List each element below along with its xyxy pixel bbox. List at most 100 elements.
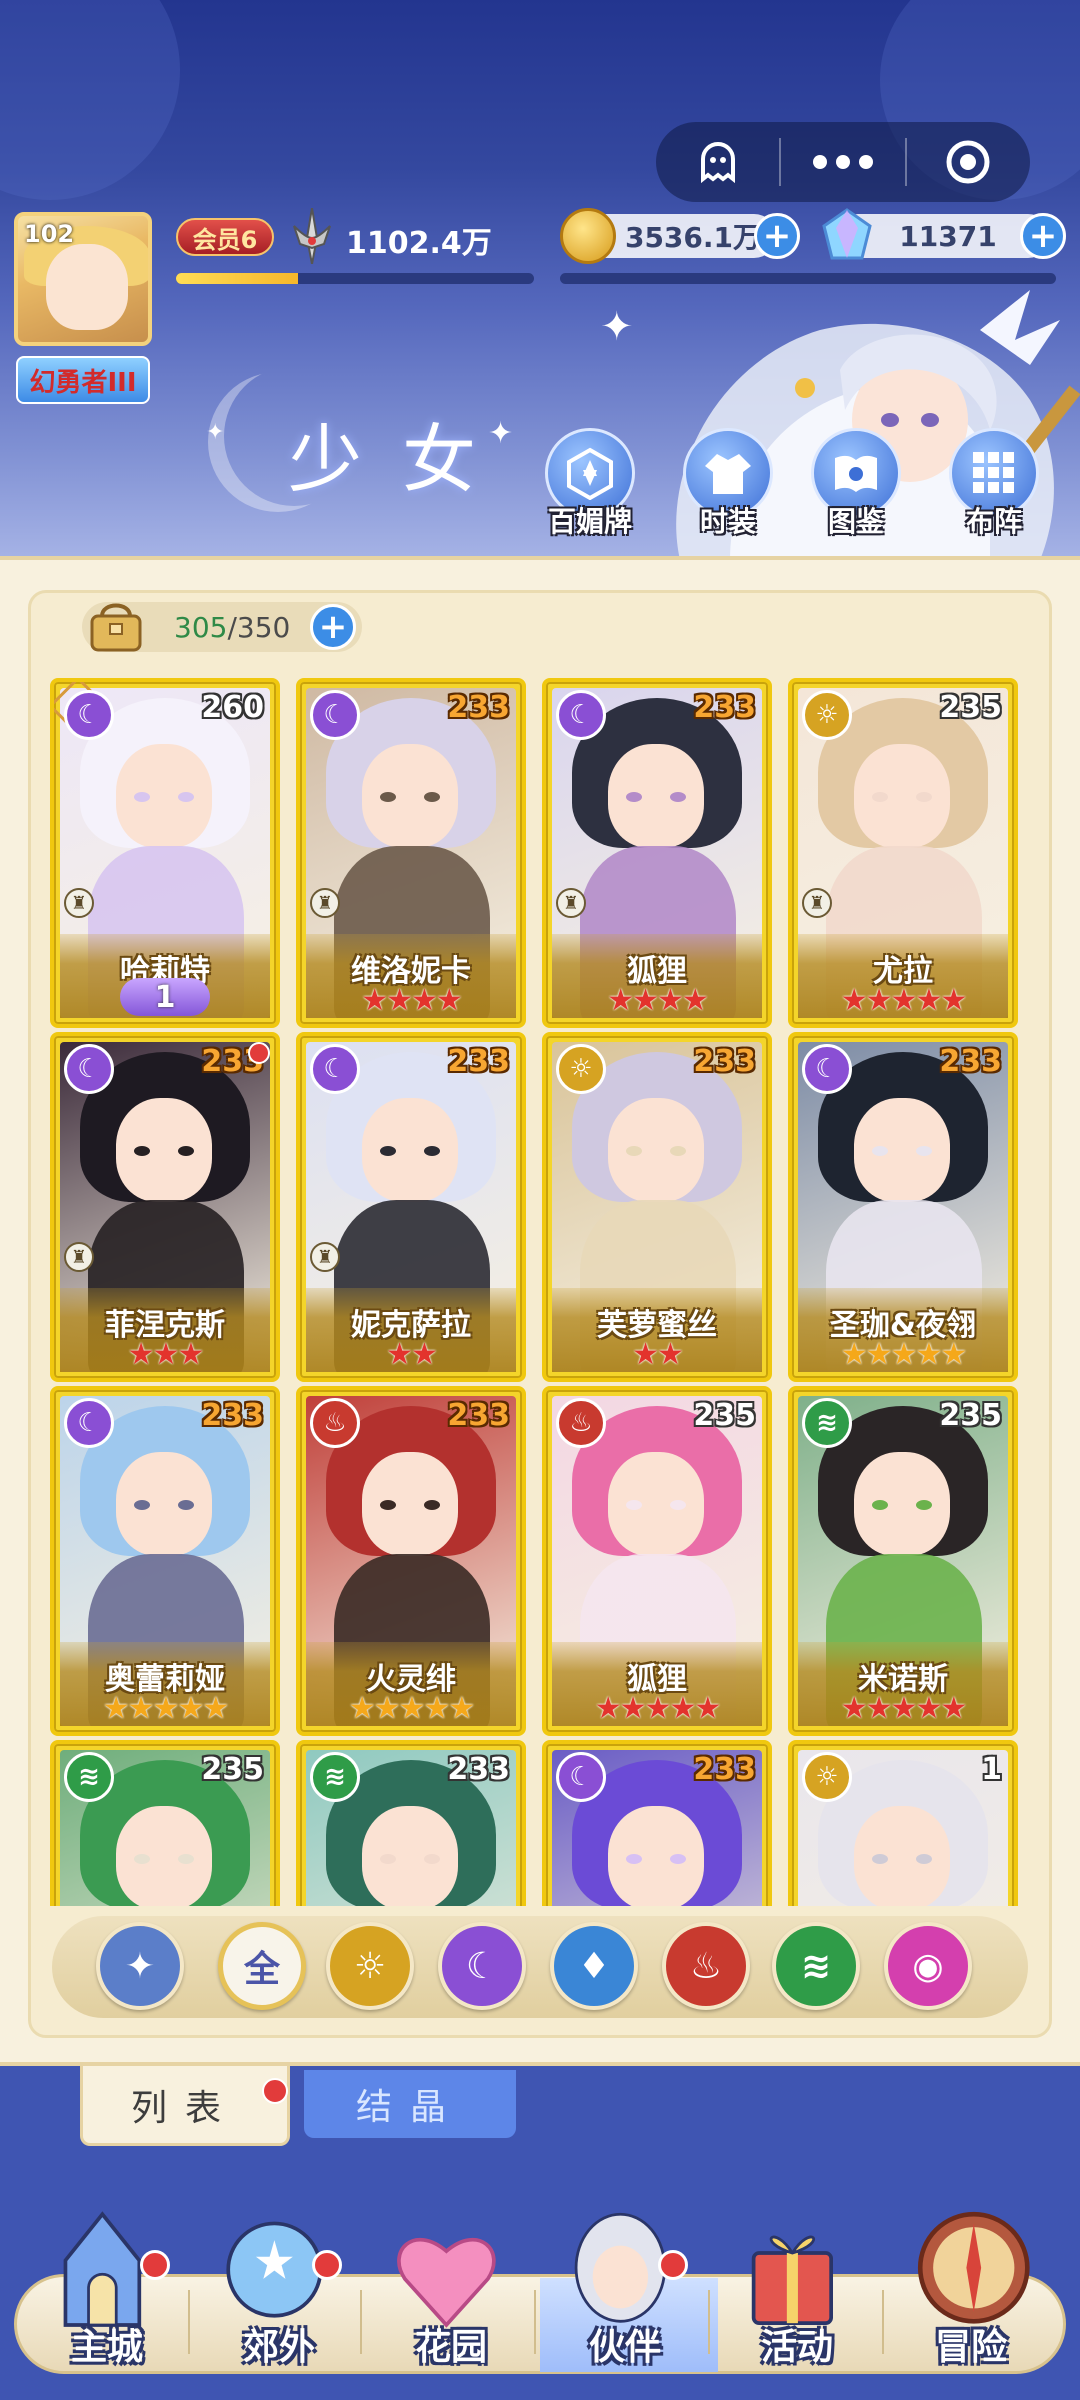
character-card[interactable]: ☾ 233 圣珈&夜翎 ★★★★★: [788, 1032, 1018, 1382]
character-card[interactable]: ♨ 235 狐狸 ★★★★★: [542, 1386, 772, 1736]
character-card[interactable]: ≋ 235: [50, 1740, 280, 1906]
nav-separator: [708, 2290, 710, 2354]
portrait-face: [608, 1098, 704, 1202]
star-icon: ★: [669, 1691, 696, 1726]
character-card[interactable]: ☾ 260 ♜ 哈莉特 1: [50, 678, 280, 1028]
portrait-eye: [670, 1146, 686, 1156]
filter-water-button[interactable]: ♦: [550, 1922, 638, 2010]
character-card[interactable]: ☾ 233 ♜ 妮克萨拉 ★★: [296, 1032, 526, 1382]
roster-count-current: 305: [174, 610, 228, 644]
star-icon: ★: [865, 983, 893, 1018]
nav-separator: [188, 2290, 190, 2354]
ghost-button[interactable]: [656, 122, 779, 202]
rook-icon: ♜: [310, 1242, 340, 1272]
portrait-face: [116, 1452, 212, 1556]
filter-all-button[interactable]: 全: [218, 1922, 306, 2010]
nav-label: 花园: [414, 2327, 487, 2368]
roster-bag-icon: [90, 603, 142, 652]
roster-count-max: /350: [227, 610, 291, 644]
character-card[interactable]: ♨ 233 火灵绯 ★★★★★: [296, 1386, 526, 1736]
formation-button[interactable]: 布阵: [940, 428, 1048, 540]
moon-element-icon: ☾: [64, 690, 114, 740]
character-card[interactable]: ☾ 233 奥蕾莉娅 ★★★★★: [50, 1386, 280, 1736]
star-icon: ★: [152, 1691, 180, 1726]
sparkle-icon: ✦: [600, 304, 634, 350]
filter-wind-button[interactable]: ≋: [772, 1922, 860, 2010]
portrait-eye: [380, 1146, 396, 1156]
character-level: 233: [447, 690, 510, 725]
portrait-eye: [916, 1146, 932, 1156]
filter-fire-button[interactable]: ♨: [662, 1922, 750, 2010]
target-icon: [946, 140, 990, 184]
nav-gift[interactable]: 活动: [712, 2190, 882, 2390]
player-avatar[interactable]: 102: [14, 212, 152, 346]
nav-heart[interactable]: 花园: [366, 2190, 536, 2390]
nav-compass[interactable]: 冒险: [886, 2190, 1056, 2390]
fire-icon: ♨: [689, 1945, 723, 1987]
portrait-face: [608, 1806, 704, 1906]
nav-label: 郊外: [242, 2327, 315, 2368]
filter-moon-button[interactable]: ☾: [438, 1922, 526, 2010]
star-icon: ★: [127, 1337, 155, 1372]
nav-label: 活动: [760, 2327, 833, 2368]
star-icon: ★: [361, 983, 388, 1018]
star-rating: ★★★★★: [792, 984, 1014, 1018]
star-icon: ★: [386, 983, 413, 1018]
star-icon: ★: [840, 1337, 868, 1372]
rook-icon: ♜: [556, 888, 586, 918]
ghost-icon: [700, 142, 735, 184]
star-rating: ★★★★★: [300, 1692, 522, 1726]
character-card[interactable]: ☼ 235 ♜ 尤拉 ★★★★★: [788, 678, 1018, 1028]
book-button[interactable]: 图鉴: [802, 428, 910, 540]
character-level: 233: [447, 1398, 510, 1433]
filter-light-button[interactable]: ☼: [326, 1922, 414, 2010]
filter-chaos-button[interactable]: ◉: [884, 1922, 972, 2010]
character-card[interactable]: ☾ 233 ♜ 维洛妮卡 ★★★★: [296, 678, 526, 1028]
gem-value: 11371: [899, 219, 997, 253]
character-card[interactable]: ☾ 233 ♜ 菲涅克斯 ★★★: [50, 1032, 280, 1382]
light-icon: ☼: [353, 1945, 387, 1987]
star-icon: ★: [411, 983, 438, 1018]
more-button[interactable]: [781, 122, 904, 202]
portrait-eye: [670, 792, 686, 802]
portrait-eye: [134, 792, 150, 802]
tab-list[interactable]: 列表: [80, 2066, 290, 2146]
close-target-button[interactable]: [907, 122, 1030, 202]
character-level: 235: [201, 1752, 264, 1787]
book-label: 图鉴: [827, 505, 884, 538]
notification-dot: [248, 1042, 270, 1064]
star-icon: ★: [694, 1691, 721, 1726]
nav-portal[interactable]: 郊外: [194, 2190, 364, 2390]
formation-label: 布阵: [965, 505, 1022, 538]
portrait-eye: [424, 1854, 440, 1864]
add-gem-button[interactable]: +: [1020, 213, 1066, 259]
portrait-eye: [670, 1854, 686, 1864]
nav-companion[interactable]: 伙伴: [540, 2190, 710, 2390]
expand-roster-button[interactable]: +: [310, 604, 356, 650]
star-icon: ★: [423, 1691, 450, 1726]
card-deck-button[interactable]: 百媚牌: [536, 428, 644, 540]
vip-badge[interactable]: 会员6: [176, 218, 274, 256]
outfit-button[interactable]: 时装: [674, 428, 782, 540]
character-card[interactable]: ☼ 233 芙萝蜜丝 ★★: [542, 1032, 772, 1382]
player-title-badge[interactable]: 幻勇者III: [16, 356, 150, 404]
character-card[interactable]: ☾ 233: [542, 1740, 772, 1906]
portrait-face: [362, 1452, 458, 1556]
character-card[interactable]: ≋ 235 米诺斯 ★★★★★: [788, 1386, 1018, 1736]
character-card[interactable]: ☾ 233 ♜ 狐狸 ★★★★: [542, 678, 772, 1028]
tab-crystal[interactable]: 结晶: [304, 2070, 516, 2138]
add-gold-button[interactable]: +: [754, 213, 800, 259]
tab-list-notification-dot: [262, 2078, 288, 2104]
character-level: 233: [447, 1752, 510, 1787]
moon-element-icon: ☾: [310, 690, 360, 740]
wind-element-icon: ≋: [802, 1398, 852, 1448]
portrait-eye: [380, 1854, 396, 1864]
star-rating: ★★★: [54, 1338, 276, 1372]
character-card[interactable]: ☼ 1: [788, 1740, 1018, 1906]
star-icon: ★: [348, 1691, 376, 1726]
star-icon: ★: [681, 983, 709, 1018]
character-card[interactable]: ≋ 233: [296, 1740, 526, 1906]
filter-formation-button[interactable]: ✦: [96, 1922, 184, 2010]
nav-castle[interactable]: 主城: [22, 2190, 192, 2390]
portrait-eye: [626, 792, 642, 802]
